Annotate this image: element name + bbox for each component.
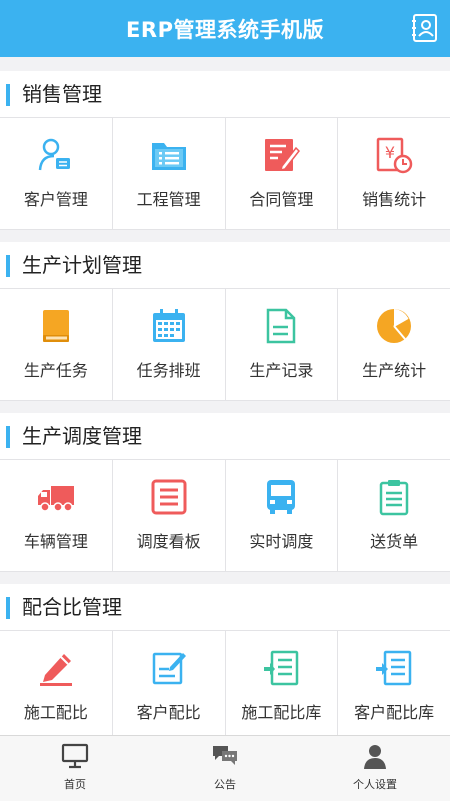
app-title: ERP管理系统手机版 (126, 17, 324, 42)
export-list-icon (375, 649, 413, 687)
section-title: 销售管理 (22, 82, 102, 106)
menu-item-construction-mix-library[interactable]: 施工配比库 (226, 631, 339, 742)
menu-item-customer-mix[interactable]: 客户配比 (113, 631, 226, 742)
menu-item-dispatch-board[interactable]: 调度看板 (113, 460, 226, 571)
bottom-tab-bar: 首页 公告 个人设置 (0, 735, 450, 801)
menu-item-label: 调度看板 (136, 532, 201, 551)
menu-item-realtime-dispatch[interactable]: 实时调度 (226, 460, 339, 571)
menu-item-label: 客户配比库 (354, 703, 435, 722)
tab-personal-settings[interactable]: 个人设置 (300, 736, 450, 801)
section-accent-bar (6, 426, 10, 448)
menu-item-label: 销售统计 (362, 190, 427, 209)
menu-item-production-statistics[interactable]: 生产统计 (338, 289, 450, 400)
board-icon (150, 478, 188, 516)
menu-item-delivery-note[interactable]: 送货单 (338, 460, 450, 571)
tab-label: 个人设置 (353, 778, 397, 791)
user-icon (361, 742, 389, 770)
customer-icon (37, 136, 75, 174)
menu-item-label: 车辆管理 (23, 532, 88, 551)
section-dispatch: 生产调度管理 车辆管理 调度看板 实时调度 送货单 (0, 413, 450, 572)
sales-stats-icon: ¥ (375, 136, 413, 174)
section-header: 销售管理 (0, 71, 450, 117)
menu-item-label: 客户管理 (23, 190, 88, 209)
menu-item-label: 合同管理 (249, 190, 314, 209)
pie-chart-icon (375, 307, 413, 345)
menu-item-sales-statistics[interactable]: ¥ 销售统计 (338, 118, 450, 229)
menu-item-customer-mix-library[interactable]: 客户配比库 (338, 631, 450, 742)
section-header: 生产计划管理 (0, 242, 450, 288)
edit-icon (150, 649, 188, 687)
calendar-icon (150, 307, 188, 345)
menu-item-label: 实时调度 (249, 532, 314, 551)
menu-item-label: 生产任务 (23, 361, 88, 380)
menu-item-label: 生产记录 (249, 361, 314, 380)
menu-item-label: 工程管理 (136, 190, 201, 209)
menu-item-project-management[interactable]: 工程管理 (113, 118, 226, 229)
import-list-icon (262, 649, 300, 687)
section-title: 生产调度管理 (22, 424, 142, 448)
app-header: ERP管理系统手机版 (0, 0, 450, 57)
section-mix-ratio: 配合比管理 施工配比 客户配比 施工配比库 客户配比库 (0, 584, 450, 743)
menu-item-production-tasks[interactable]: 生产任务 (0, 289, 113, 400)
document-icon (262, 307, 300, 345)
menu-item-production-records[interactable]: 生产记录 (226, 289, 339, 400)
truck-icon (37, 478, 75, 516)
section-sales: 销售管理 客户管理 工程管理 合同管理 ¥ 销售统计 (0, 71, 450, 230)
tab-label: 公告 (214, 778, 236, 791)
section-accent-bar (6, 597, 10, 619)
project-folder-icon (150, 136, 188, 174)
tab-label: 首页 (64, 778, 86, 791)
section-accent-bar (6, 84, 10, 106)
chat-icon (211, 742, 239, 770)
menu-item-task-scheduling[interactable]: 任务排班 (113, 289, 226, 400)
contract-icon (262, 136, 301, 174)
pencil-icon (37, 649, 75, 687)
section-header: 配合比管理 (0, 584, 450, 630)
main-content: 销售管理 客户管理 工程管理 合同管理 ¥ 销售统计 生产计划管理 生产任务 任… (0, 57, 450, 743)
svg-text:¥: ¥ (385, 143, 395, 162)
contacts-icon[interactable] (410, 13, 440, 43)
menu-item-label: 生产统计 (362, 361, 427, 380)
monitor-icon (61, 742, 89, 770)
menu-item-label: 施工配比 (23, 703, 88, 722)
section-accent-bar (6, 255, 10, 277)
menu-item-label: 送货单 (370, 532, 419, 551)
section-title: 配合比管理 (22, 595, 122, 619)
clipboard-icon (375, 478, 413, 516)
menu-item-vehicle-management[interactable]: 车辆管理 (0, 460, 113, 571)
section-title: 生产计划管理 (22, 253, 142, 277)
menu-item-customer-management[interactable]: 客户管理 (0, 118, 113, 229)
menu-item-label: 客户配比 (136, 703, 201, 722)
section-header: 生产调度管理 (0, 413, 450, 459)
menu-item-construction-mix[interactable]: 施工配比 (0, 631, 113, 742)
menu-item-label: 施工配比库 (241, 703, 322, 722)
tab-announcements[interactable]: 公告 (150, 736, 300, 801)
bus-icon (262, 478, 300, 516)
menu-item-contract-management[interactable]: 合同管理 (226, 118, 339, 229)
book-icon (37, 307, 75, 345)
section-production-planning: 生产计划管理 生产任务 任务排班 生产记录 生产统计 (0, 242, 450, 401)
menu-item-label: 任务排班 (136, 361, 201, 380)
tab-home[interactable]: 首页 (0, 736, 150, 801)
